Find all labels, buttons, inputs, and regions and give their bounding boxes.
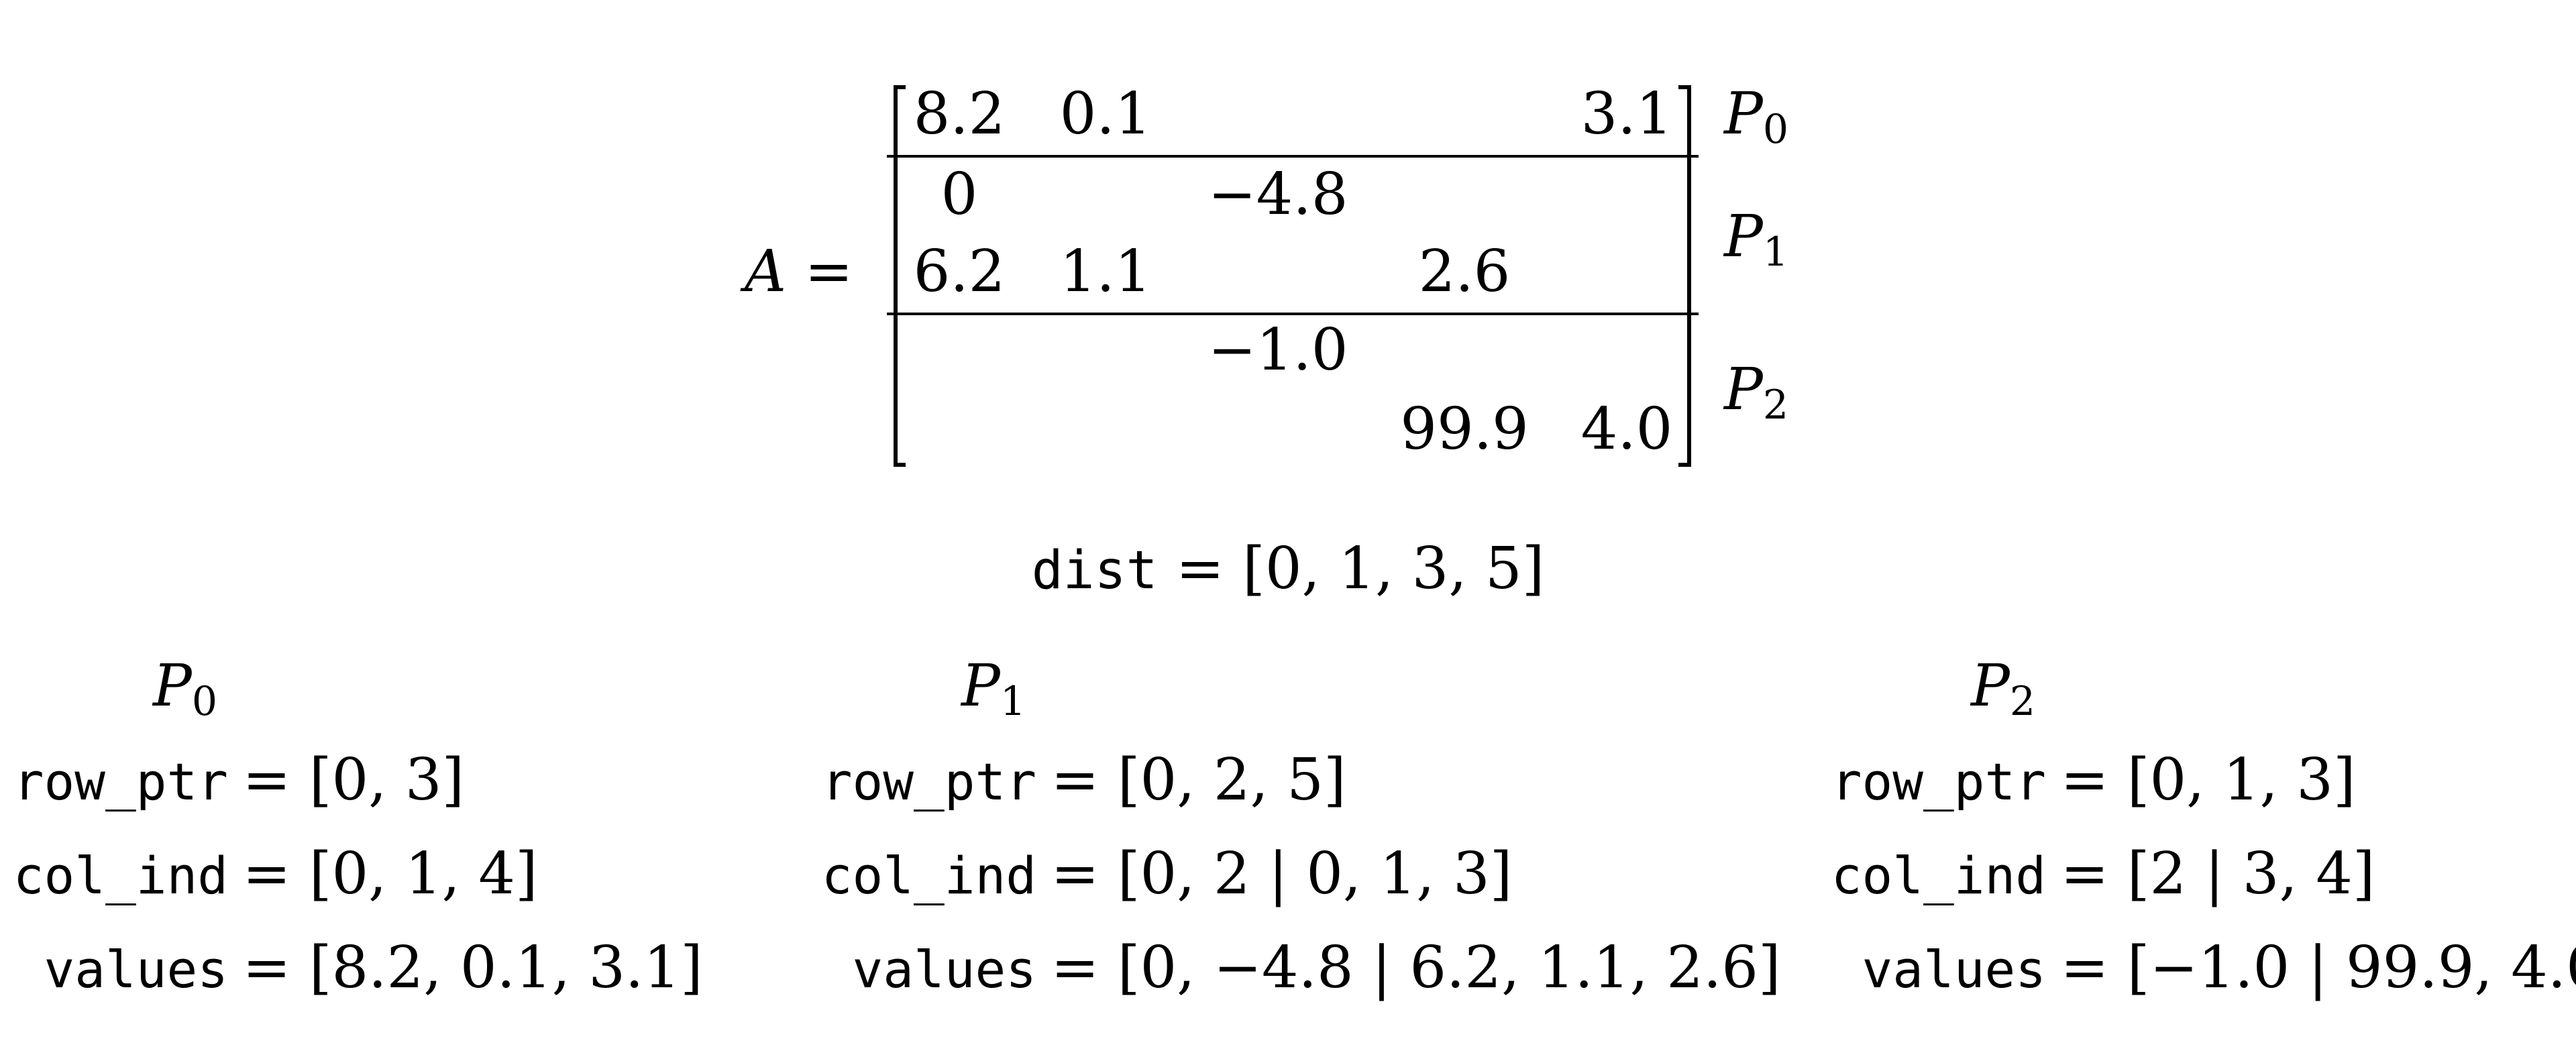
processor-title-0: P0 <box>153 653 218 725</box>
col-ind-value: = [0, 2 | 0, 1, 3] <box>1051 840 1513 907</box>
row-ptr-name: row_ptr <box>13 752 228 812</box>
partition-label-0: P0 <box>1724 80 1789 153</box>
right-bracket <box>1678 85 1691 467</box>
processor-title-1: P1 <box>961 653 1026 725</box>
matrix-cell: 0.1 <box>1059 80 1152 148</box>
values-name: values <box>44 940 228 999</box>
matrix-cell: 8.2 <box>913 80 1006 148</box>
col-ind-value: = [2 | 3, 4] <box>2060 840 2375 907</box>
matrix-cell: 3.1 <box>1580 80 1673 148</box>
matrix-cell: 99.9 <box>1400 396 1529 463</box>
values-equation: values = [8.2, 0.1, 3.1] <box>7 939 702 999</box>
row-ptr-name: row_ptr <box>821 752 1036 812</box>
dist-equation: dist = [0, 1, 3, 5] <box>0 540 2576 598</box>
matrix-cell: 6.2 <box>913 238 1006 305</box>
row-ptr-equation: row_ptr = [0, 2, 5] <box>815 751 1346 809</box>
dist-name: dist <box>1031 541 1158 601</box>
col-ind-name: col_ind <box>13 846 228 905</box>
partition-label-2: P2 <box>1724 356 1789 429</box>
matrix-cell: −4.8 <box>1208 161 1348 228</box>
matrix-cell: 0 <box>941 161 978 228</box>
matrix-cell: 4.0 <box>1580 396 1673 463</box>
partition-label-1: P1 <box>1724 203 1789 276</box>
matrix-cell: −1.0 <box>1208 317 1348 384</box>
values-name: values <box>852 940 1036 999</box>
col-ind-equation: col_ind = [0, 2 | 0, 1, 3] <box>815 845 1513 905</box>
col-ind-value: = [0, 1, 4] <box>242 840 538 907</box>
matrix-cell: 1.1 <box>1059 238 1152 305</box>
col-ind-name: col_ind <box>821 846 1036 905</box>
values-name: values <box>1862 940 2046 999</box>
row-ptr-equation: row_ptr = [0, 1, 3] <box>1825 751 2356 809</box>
values-value: = [−1.0 | 99.9, 4.0] <box>2060 934 2576 1001</box>
row-ptr-value: = [0, 3] <box>242 746 465 814</box>
col-ind-name: col_ind <box>1831 846 2046 905</box>
values-value: = [0, −4.8 | 6.2, 1.1, 2.6] <box>1051 934 1781 1001</box>
dist-value: = [0, 1, 3, 5] <box>1175 535 1545 602</box>
row-ptr-value: = [0, 1, 3] <box>2060 746 2356 814</box>
left-bracket <box>894 85 906 467</box>
values-equation: values = [0, −4.8 | 6.2, 1.1, 2.6] <box>815 939 1780 999</box>
values-equation: values = [−1.0 | 99.9, 4.0] <box>1825 939 2576 997</box>
row-ptr-equation: row_ptr = [0, 3] <box>7 751 464 809</box>
col-ind-equation: col_ind = [2 | 3, 4] <box>1825 845 2375 903</box>
col-ind-equation: col_ind = [0, 1, 4] <box>7 845 538 903</box>
matrix-cell: 2.6 <box>1418 238 1511 305</box>
processor-title-2: P2 <box>1971 653 2036 725</box>
values-value: = [8.2, 0.1, 3.1] <box>242 934 703 1001</box>
row-ptr-name: row_ptr <box>1831 752 2046 812</box>
row-ptr-value: = [0, 2, 5] <box>1051 746 1346 814</box>
